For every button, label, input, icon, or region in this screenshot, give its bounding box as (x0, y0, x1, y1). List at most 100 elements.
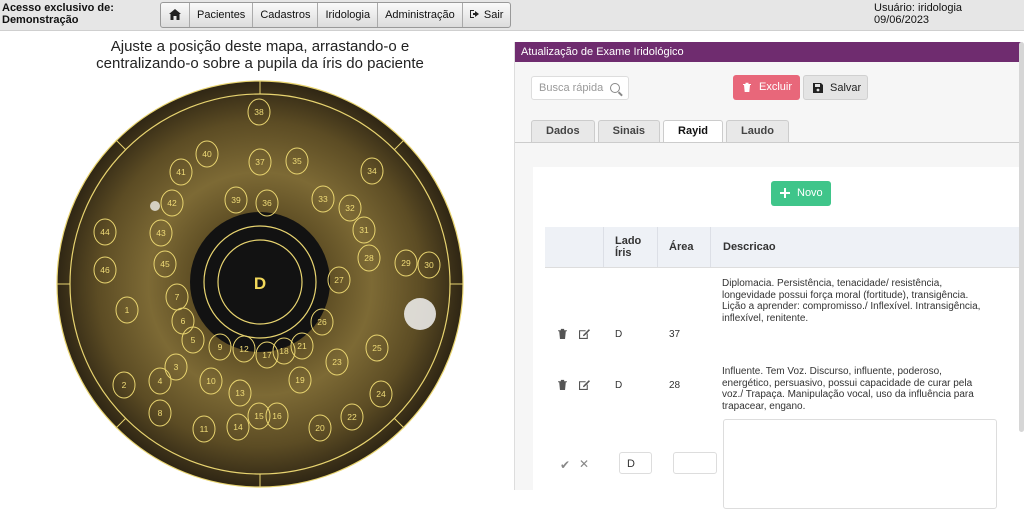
iris-zone-label: 39 (231, 195, 241, 205)
iris-zone-label: 24 (376, 389, 386, 399)
row-area: 28 (669, 380, 681, 391)
iris-zone-label: 8 (158, 408, 163, 418)
exam-panel: Atualização de Exame Iridológico Busca r… (514, 42, 1021, 509)
cancel-x-icon[interactable]: ✕ (579, 457, 589, 471)
iris-zone-label: 25 (372, 343, 382, 353)
iris-zone-label: 22 (347, 412, 357, 422)
top-bar: Acesso exclusivo de: Demonstração Pacien… (0, 0, 1024, 31)
iris-zone-label: 1 (125, 305, 130, 315)
iris-zone-label: 15 (254, 411, 264, 421)
edit-row-icon[interactable] (579, 379, 590, 390)
rayid-content: Novo Lado Íris Área Descricao D 37 Diplo… (533, 167, 1021, 509)
save-button[interactable]: Salvar (803, 75, 868, 100)
exam-tabs: Dados Sinais Rayid Laudo (531, 120, 792, 142)
menu-administracao[interactable]: Administração (378, 3, 463, 27)
iris-zone-label: 19 (295, 375, 305, 385)
user-info: Usuário: iridologia 09/06/2023 (874, 2, 962, 26)
save-label: Salvar (830, 82, 862, 94)
iris-zone-label: 6 (181, 316, 186, 326)
iris-side-label: D (254, 274, 266, 293)
row-area: 37 (669, 329, 681, 340)
iris-zone-label: 32 (345, 203, 355, 213)
iris-zone-label: 17 (262, 350, 272, 360)
iris-zone-label: 41 (176, 167, 186, 177)
access-info: Acesso exclusivo de: Demonstração (2, 2, 114, 26)
delete-button[interactable]: Excluir (733, 75, 800, 100)
edit-row-icon[interactable] (579, 328, 590, 339)
col-lado-iris: Lado Íris (615, 235, 642, 259)
tab-divider (515, 142, 1021, 143)
confirm-check-icon[interactable]: ✔ (560, 458, 570, 472)
iris-zone-label: 31 (359, 225, 369, 235)
exit-icon (469, 10, 479, 18)
tab-dados[interactable]: Dados (531, 120, 595, 142)
iris-zone-label: 34 (367, 166, 377, 176)
eye-reflection (404, 298, 436, 330)
instruction-line-1: Ajuste a posição deste mapa, arrastando-… (110, 38, 410, 55)
search-icon (610, 83, 620, 93)
iris-map[interactable]: 123456789101112131415 1617 181920212223242… (52, 78, 468, 490)
iris-zone-label: 12 (239, 344, 249, 354)
iris-zone-label: 43 (156, 228, 166, 238)
access-account: Demonstração (2, 14, 79, 26)
tab-laudo[interactable]: Laudo (726, 120, 789, 142)
floppy-icon (813, 83, 823, 93)
panel-title: Atualização de Exame Iridológico (515, 42, 1021, 62)
tab-sinais[interactable]: Sinais (597, 120, 661, 142)
page-scrollbar[interactable] (1019, 42, 1024, 432)
iris-zone-label: 2 (122, 380, 127, 390)
row-descricao: Influente. Tem Voz. Discurso, influente,… (722, 366, 974, 412)
iris-zone-label: 44 (100, 227, 110, 237)
iris-zone-label: 11 (200, 424, 209, 434)
iris-zone-label: 16 (272, 411, 282, 421)
row-descricao: Diplomacia. Persistência, tenacidade/ re… (722, 278, 981, 324)
search-input[interactable]: Busca rápida (531, 76, 629, 100)
menu-iridologia[interactable]: Iridologia (318, 3, 379, 27)
delete-label: Excluir (759, 81, 793, 93)
user-name: Usuário: iridologia (874, 2, 963, 14)
iris-zone-label: 45 (160, 259, 170, 269)
menu-cadastros[interactable]: Cadastros (253, 3, 319, 27)
search-placeholder: Busca rápida (539, 82, 604, 94)
iris-zone-label: 3 (174, 362, 179, 372)
tab-rayid[interactable]: Rayid (663, 120, 723, 142)
menu-pacientes[interactable]: Pacientes (190, 3, 254, 27)
iris-zone-label: 18 (279, 346, 289, 356)
iris-zone-label: 26 (317, 317, 327, 327)
iris-zone-label: 23 (332, 357, 342, 367)
iris-zone-label: 42 (167, 198, 177, 208)
menu-home-button[interactable] (161, 3, 190, 27)
iris-zone-label: 37 (255, 157, 265, 167)
iris-zone-label: 29 (401, 258, 411, 268)
new-label: Novo (797, 187, 823, 199)
add-new-button[interactable]: Novo (771, 181, 831, 206)
column-divider (603, 227, 604, 267)
trash-icon (743, 82, 751, 92)
col-area: Área (669, 241, 694, 253)
access-label: Acesso exclusivo de: (2, 2, 114, 14)
row-lado: D (615, 380, 623, 391)
instruction-line-2: centralizando-o sobre a pupila da íris d… (96, 55, 424, 72)
column-divider (657, 227, 658, 267)
table-header: Lado Íris Área Descricao (545, 227, 1021, 268)
descricao-textarea[interactable] (723, 419, 997, 509)
map-instruction: Ajuste a posição deste mapa, arrastando-… (80, 38, 440, 72)
iris-zone-label: 5 (191, 335, 196, 345)
menu-sair-button[interactable]: Sair (463, 3, 511, 27)
iris-zone-label: 27 (334, 275, 344, 285)
iris-zone-label: 20 (315, 423, 325, 433)
iris-zone-label: 7 (175, 292, 180, 302)
main-menu: Pacientes Cadastros Iridologia Administr… (160, 2, 512, 28)
iris-zone-label: 38 (254, 107, 264, 117)
iris-zone-label: 10 (206, 376, 216, 386)
delete-row-icon[interactable] (557, 379, 568, 390)
current-date: 09/06/2023 (874, 14, 930, 26)
area-input[interactable] (673, 452, 717, 474)
home-icon (169, 9, 181, 20)
lado-input[interactable]: D (619, 452, 652, 474)
delete-row-icon[interactable] (557, 328, 568, 339)
iris-zone-label: 9 (218, 342, 223, 352)
eye-reflection-small (150, 201, 160, 211)
sair-label: Sair (483, 9, 504, 21)
iris-zone-label: 46 (100, 265, 110, 275)
